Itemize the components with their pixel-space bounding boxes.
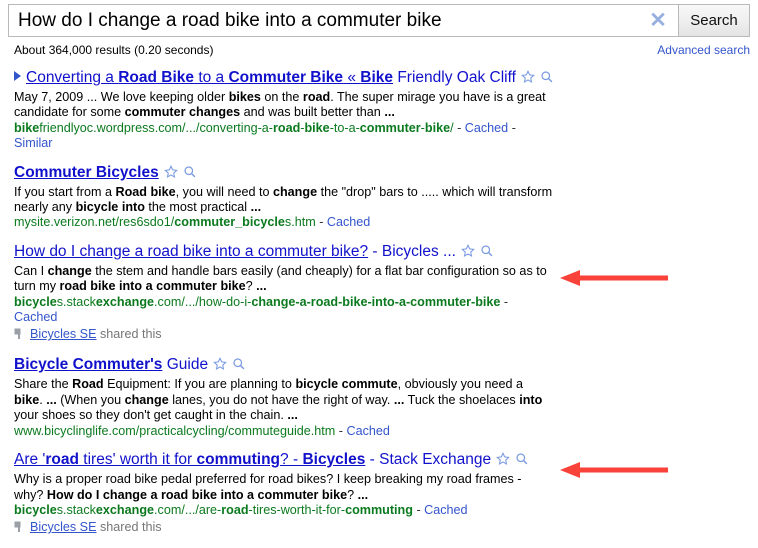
shared-this-label: shared this (96, 327, 162, 342)
separator: - (412, 502, 425, 517)
cached-link[interactable]: Cached (424, 503, 467, 517)
star-bookmark-icon[interactable] (521, 69, 535, 89)
result-title-link[interactable]: How do I change a road bike into a commu… (14, 243, 368, 260)
preview-magnifier-icon[interactable] (480, 244, 494, 263)
clear-search-icon[interactable]: ✕ (638, 10, 678, 31)
result-title-suffix[interactable]: - Bicycles ... (368, 243, 456, 260)
shared-by-row: Bicycles SE shared this (14, 326, 758, 344)
search-result: How do I change a road bike into a commu… (0, 242, 758, 345)
search-button[interactable]: Search (678, 4, 750, 37)
shared-by-row: Bicycles SE shared this (14, 519, 758, 537)
search-results-list: Converting a Road Bike to a Commuter Bik… (0, 68, 758, 548)
shared-this-label: shared this (96, 520, 162, 535)
cached-link[interactable]: Cached (465, 121, 508, 135)
preview-magnifier-icon[interactable] (183, 165, 197, 184)
result-snippet-container: Share the Road Equipment: If you are pla… (14, 377, 543, 423)
result-title-link[interactable]: Converting a Road Bike to a Commuter Bik… (26, 69, 393, 86)
cached-link[interactable]: Cached (14, 310, 57, 324)
separator: - (315, 215, 327, 230)
search-result: Commuter Bicycles If you start from a Roa… (0, 163, 758, 231)
result-snippet-container: Why is a proper road bike pedal preferre… (14, 472, 522, 502)
result-title-suffix[interactable]: - Stack Exchange (365, 451, 492, 468)
star-bookmark-icon[interactable] (496, 452, 511, 471)
result-title-link[interactable]: Bicycle Commuter's (14, 356, 162, 373)
search-result: Bicycle Commuter's Guide Share the Road E… (0, 355, 758, 439)
result-title-suffix[interactable]: Friendly Oak Cliff (393, 69, 516, 86)
separator: - (500, 294, 509, 309)
result-stats: About 364,000 results (0.20 seconds) (14, 43, 214, 57)
cached-link[interactable]: Cached (327, 215, 370, 229)
preview-magnifier-icon[interactable] (540, 70, 554, 89)
result-title-row: Are 'road tires' worth it for commuting?… (14, 450, 758, 471)
sharer-name-link[interactable]: Bicycles SE (30, 327, 97, 341)
result-snippet-container: Can I change the stem and handle bars ea… (14, 263, 547, 294)
result-url-line: bicycles.stackexchange.com/.../how-do-i-… (14, 294, 509, 325)
preview-magnifier-icon[interactable] (515, 452, 529, 471)
stats-row: About 364,000 results (0.20 seconds) Adv… (0, 41, 758, 61)
result-snippet-container: May 7, 2009 ... We love keeping older bi… (14, 90, 546, 120)
result-url-line: bicycles.stackexchange.com/.../are-road-… (14, 502, 468, 517)
result-title-row: Converting a Road Bike to a Commuter Bik… (14, 68, 758, 89)
result-title-row: Commuter Bicycles (14, 163, 758, 184)
similar-link[interactable]: Similar (14, 136, 52, 150)
search-result: Converting a Road Bike to a Commuter Bik… (0, 68, 758, 152)
share-icon (14, 328, 25, 344)
preview-magnifier-icon[interactable] (232, 357, 246, 376)
result-title-link[interactable]: Are 'road tires' worth it for commuting?… (14, 451, 365, 468)
star-bookmark-icon[interactable] (163, 164, 178, 184)
result-url-line: bikefriendlyoc.wordpress.com/.../convert… (14, 120, 516, 151)
cached-link[interactable]: Cached (346, 424, 389, 438)
result-snippet-container: If you start from a Road bike, you will … (14, 184, 553, 215)
result-url-line: mysite.verizon.net/res6sdo1/commuter_bic… (14, 215, 371, 230)
star-bookmark-icon[interactable] (213, 357, 227, 376)
result-title-suffix[interactable]: Guide (162, 356, 208, 373)
sharer-name-link[interactable]: Bicycles SE (30, 520, 97, 534)
result-title-row: How do I change a road bike into a commu… (14, 242, 758, 263)
search-result: Are 'road tires' worth it for commuting?… (0, 450, 758, 537)
share-icon (14, 521, 25, 537)
result-url-line: www.bicyclinglife.com/practicalcycling/c… (14, 423, 390, 438)
search-bar: ✕ Search (8, 4, 750, 37)
star-bookmark-icon[interactable] (461, 243, 475, 263)
search-input[interactable] (9, 5, 638, 36)
separator: - (508, 120, 516, 135)
separator: - (335, 423, 347, 438)
separator: - (453, 120, 465, 135)
video-play-icon[interactable] (14, 71, 21, 81)
result-title-link[interactable]: Commuter Bicycles (14, 164, 159, 181)
search-input-container: ✕ (8, 4, 678, 37)
advanced-search-link[interactable]: Advanced search (657, 43, 750, 57)
result-title-row: Bicycle Commuter's Guide (14, 355, 758, 376)
